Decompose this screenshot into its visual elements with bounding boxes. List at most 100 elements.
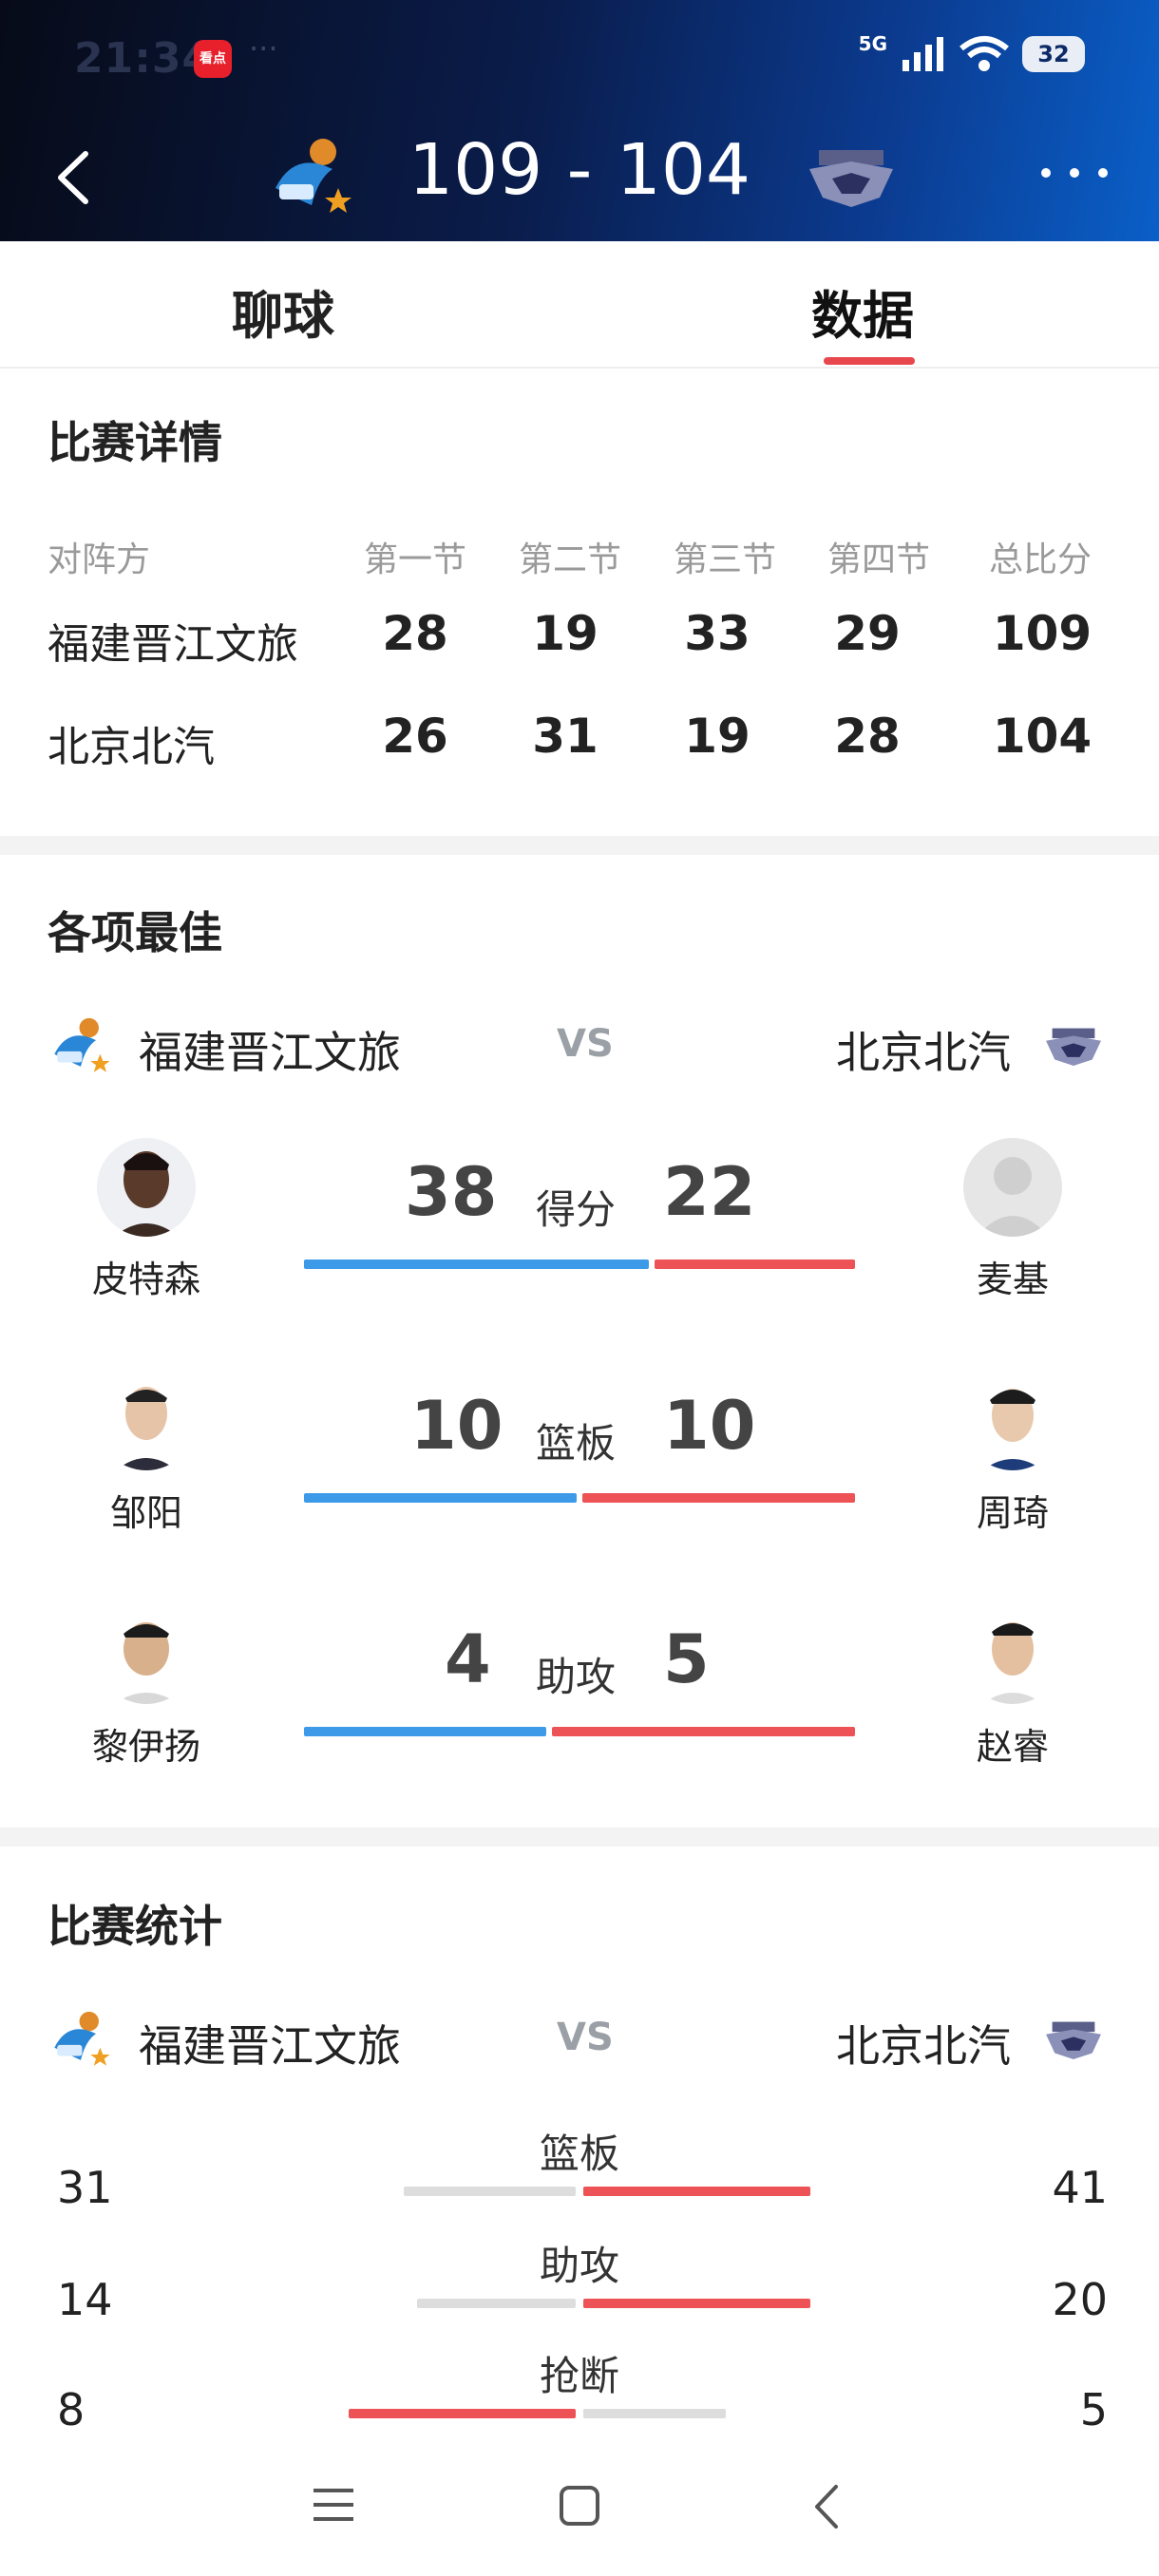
tab-bar: 聊球 数据 bbox=[0, 241, 1159, 369]
score-row-team: 福建晋江文旅 bbox=[48, 620, 298, 669]
section-divider bbox=[0, 836, 1159, 855]
header-q2: 第二节 bbox=[518, 540, 621, 579]
leader-away-value: 10 bbox=[663, 1387, 756, 1465]
stat-away-value: 5 bbox=[1079, 2384, 1108, 2435]
score-cell: 31 bbox=[532, 709, 598, 764]
stat-away-bar bbox=[583, 2409, 726, 2418]
status-indicators: 5G 32 bbox=[859, 32, 1085, 76]
leader-away-value: 22 bbox=[663, 1153, 756, 1231]
vs-label: VS bbox=[557, 2016, 614, 2059]
leader-away-bar bbox=[655, 1260, 855, 1269]
player-avatar[interactable] bbox=[963, 1605, 1062, 1704]
stat-away-value: 41 bbox=[1052, 2162, 1108, 2213]
stat-home-value: 31 bbox=[57, 2162, 113, 2213]
header-q1: 第一节 bbox=[363, 540, 466, 579]
status-time: 21:34 bbox=[74, 34, 213, 83]
leader-home-bar bbox=[304, 1727, 546, 1736]
player-name: 黎伊扬 bbox=[91, 1726, 200, 1768]
player-name: 赵睿 bbox=[976, 1726, 1049, 1768]
stat-home-value: 14 bbox=[57, 2274, 113, 2325]
leader-category: 得分 bbox=[535, 1186, 616, 1233]
vs-label: VS bbox=[557, 1022, 614, 1066]
home-team-logo-icon bbox=[54, 2011, 110, 2066]
status-more-dots: ··· bbox=[249, 30, 278, 66]
score-cell: 33 bbox=[684, 606, 750, 661]
leader-away-bar bbox=[582, 1493, 855, 1503]
score-separator: - bbox=[566, 129, 593, 211]
signal-icon bbox=[902, 37, 943, 71]
stat-label: 抢断 bbox=[539, 2353, 619, 2399]
score-cell: 19 bbox=[532, 606, 598, 661]
score-cell: 28 bbox=[382, 606, 448, 661]
away-team-logo-icon[interactable] bbox=[804, 141, 899, 213]
stat-away-bar bbox=[583, 2187, 810, 2196]
header-q4: 第四节 bbox=[826, 540, 930, 579]
stat-away-value: 20 bbox=[1052, 2274, 1108, 2325]
header-total: 总比分 bbox=[988, 540, 1092, 579]
player-avatar[interactable] bbox=[963, 1372, 1062, 1470]
leader-away-value: 5 bbox=[663, 1620, 710, 1698]
away-team-logo-icon bbox=[1046, 1028, 1101, 1067]
away-score: 104 bbox=[616, 129, 750, 211]
home-team-logo-icon bbox=[54, 1017, 110, 1072]
nav-back-icon[interactable] bbox=[809, 2483, 844, 2530]
leaders-title: 各项最佳 bbox=[48, 907, 222, 958]
player-avatar[interactable] bbox=[97, 1138, 196, 1237]
score-cell: 26 bbox=[382, 709, 448, 764]
away-team-logo-icon bbox=[1046, 2021, 1101, 2060]
stat-away-bar bbox=[583, 2299, 810, 2308]
match-detail-title: 比赛详情 bbox=[48, 417, 222, 468]
home-team-logo-icon[interactable] bbox=[266, 131, 357, 222]
menu-icon[interactable] bbox=[312, 2485, 355, 2525]
score-line: 109 - 104 bbox=[408, 129, 750, 211]
tab-chat[interactable]: 聊球 bbox=[232, 274, 334, 349]
score-cell: 19 bbox=[684, 709, 750, 764]
header-opponent: 对阵方 bbox=[48, 540, 151, 579]
leader-away-bar bbox=[552, 1727, 855, 1736]
network-label: 5G bbox=[858, 32, 887, 55]
player-name: 麦基 bbox=[976, 1259, 1049, 1300]
leader-category: 篮板 bbox=[535, 1420, 616, 1467]
leader-home-bar bbox=[304, 1260, 649, 1269]
player-name: 邹阳 bbox=[109, 1492, 182, 1534]
stat-home-bar bbox=[404, 2187, 576, 2196]
app-badge-icon: 看点 bbox=[194, 40, 232, 78]
back-icon[interactable] bbox=[49, 144, 97, 211]
stat-label: 篮板 bbox=[539, 2131, 619, 2177]
score-cell-total: 104 bbox=[992, 709, 1092, 764]
header-q3: 第三节 bbox=[673, 540, 776, 579]
stats-home-team: 福建晋江文旅 bbox=[139, 2020, 401, 2072]
stat-home-value: 8 bbox=[57, 2384, 86, 2435]
home-score: 109 bbox=[408, 129, 543, 211]
player-name: 皮特森 bbox=[91, 1259, 200, 1300]
score-row-team: 北京北汽 bbox=[48, 723, 215, 771]
section-divider bbox=[0, 1828, 1159, 1847]
player-avatar[interactable] bbox=[97, 1372, 196, 1470]
leader-home-bar bbox=[304, 1493, 577, 1503]
home-icon[interactable] bbox=[559, 2485, 600, 2527]
leaders-home-team: 福建晋江文旅 bbox=[139, 1027, 401, 1078]
more-options-icon[interactable] bbox=[1041, 163, 1108, 182]
score-cell-total: 109 bbox=[992, 606, 1092, 661]
leader-home-value: 10 bbox=[410, 1387, 504, 1465]
match-header: 21:34 看点 ··· 5G 32 109 - 104 bbox=[0, 0, 1159, 241]
tab-data[interactable]: 数据 bbox=[811, 274, 914, 349]
stat-home-bar bbox=[349, 2409, 576, 2418]
leader-home-value: 38 bbox=[405, 1153, 498, 1231]
stats-away-team: 北京北汽 bbox=[836, 2020, 1011, 2072]
leader-home-value: 4 bbox=[445, 1620, 491, 1698]
wifi-icon bbox=[960, 36, 1009, 71]
active-tab-indicator bbox=[824, 357, 915, 365]
leaders-away-team: 北京北汽 bbox=[836, 1027, 1011, 1078]
stat-home-bar bbox=[417, 2299, 576, 2308]
player-avatar[interactable] bbox=[97, 1605, 196, 1704]
stats-title: 比赛统计 bbox=[48, 1901, 222, 1952]
leader-category: 助攻 bbox=[535, 1654, 616, 1700]
score-cell: 28 bbox=[834, 709, 901, 764]
player-avatar-placeholder[interactable] bbox=[963, 1138, 1062, 1237]
player-name: 周琦 bbox=[976, 1492, 1049, 1534]
score-cell: 29 bbox=[834, 606, 901, 661]
stat-label: 助攻 bbox=[539, 2243, 619, 2289]
system-nav-bar bbox=[0, 2451, 1159, 2576]
battery-icon: 32 bbox=[1022, 36, 1085, 72]
